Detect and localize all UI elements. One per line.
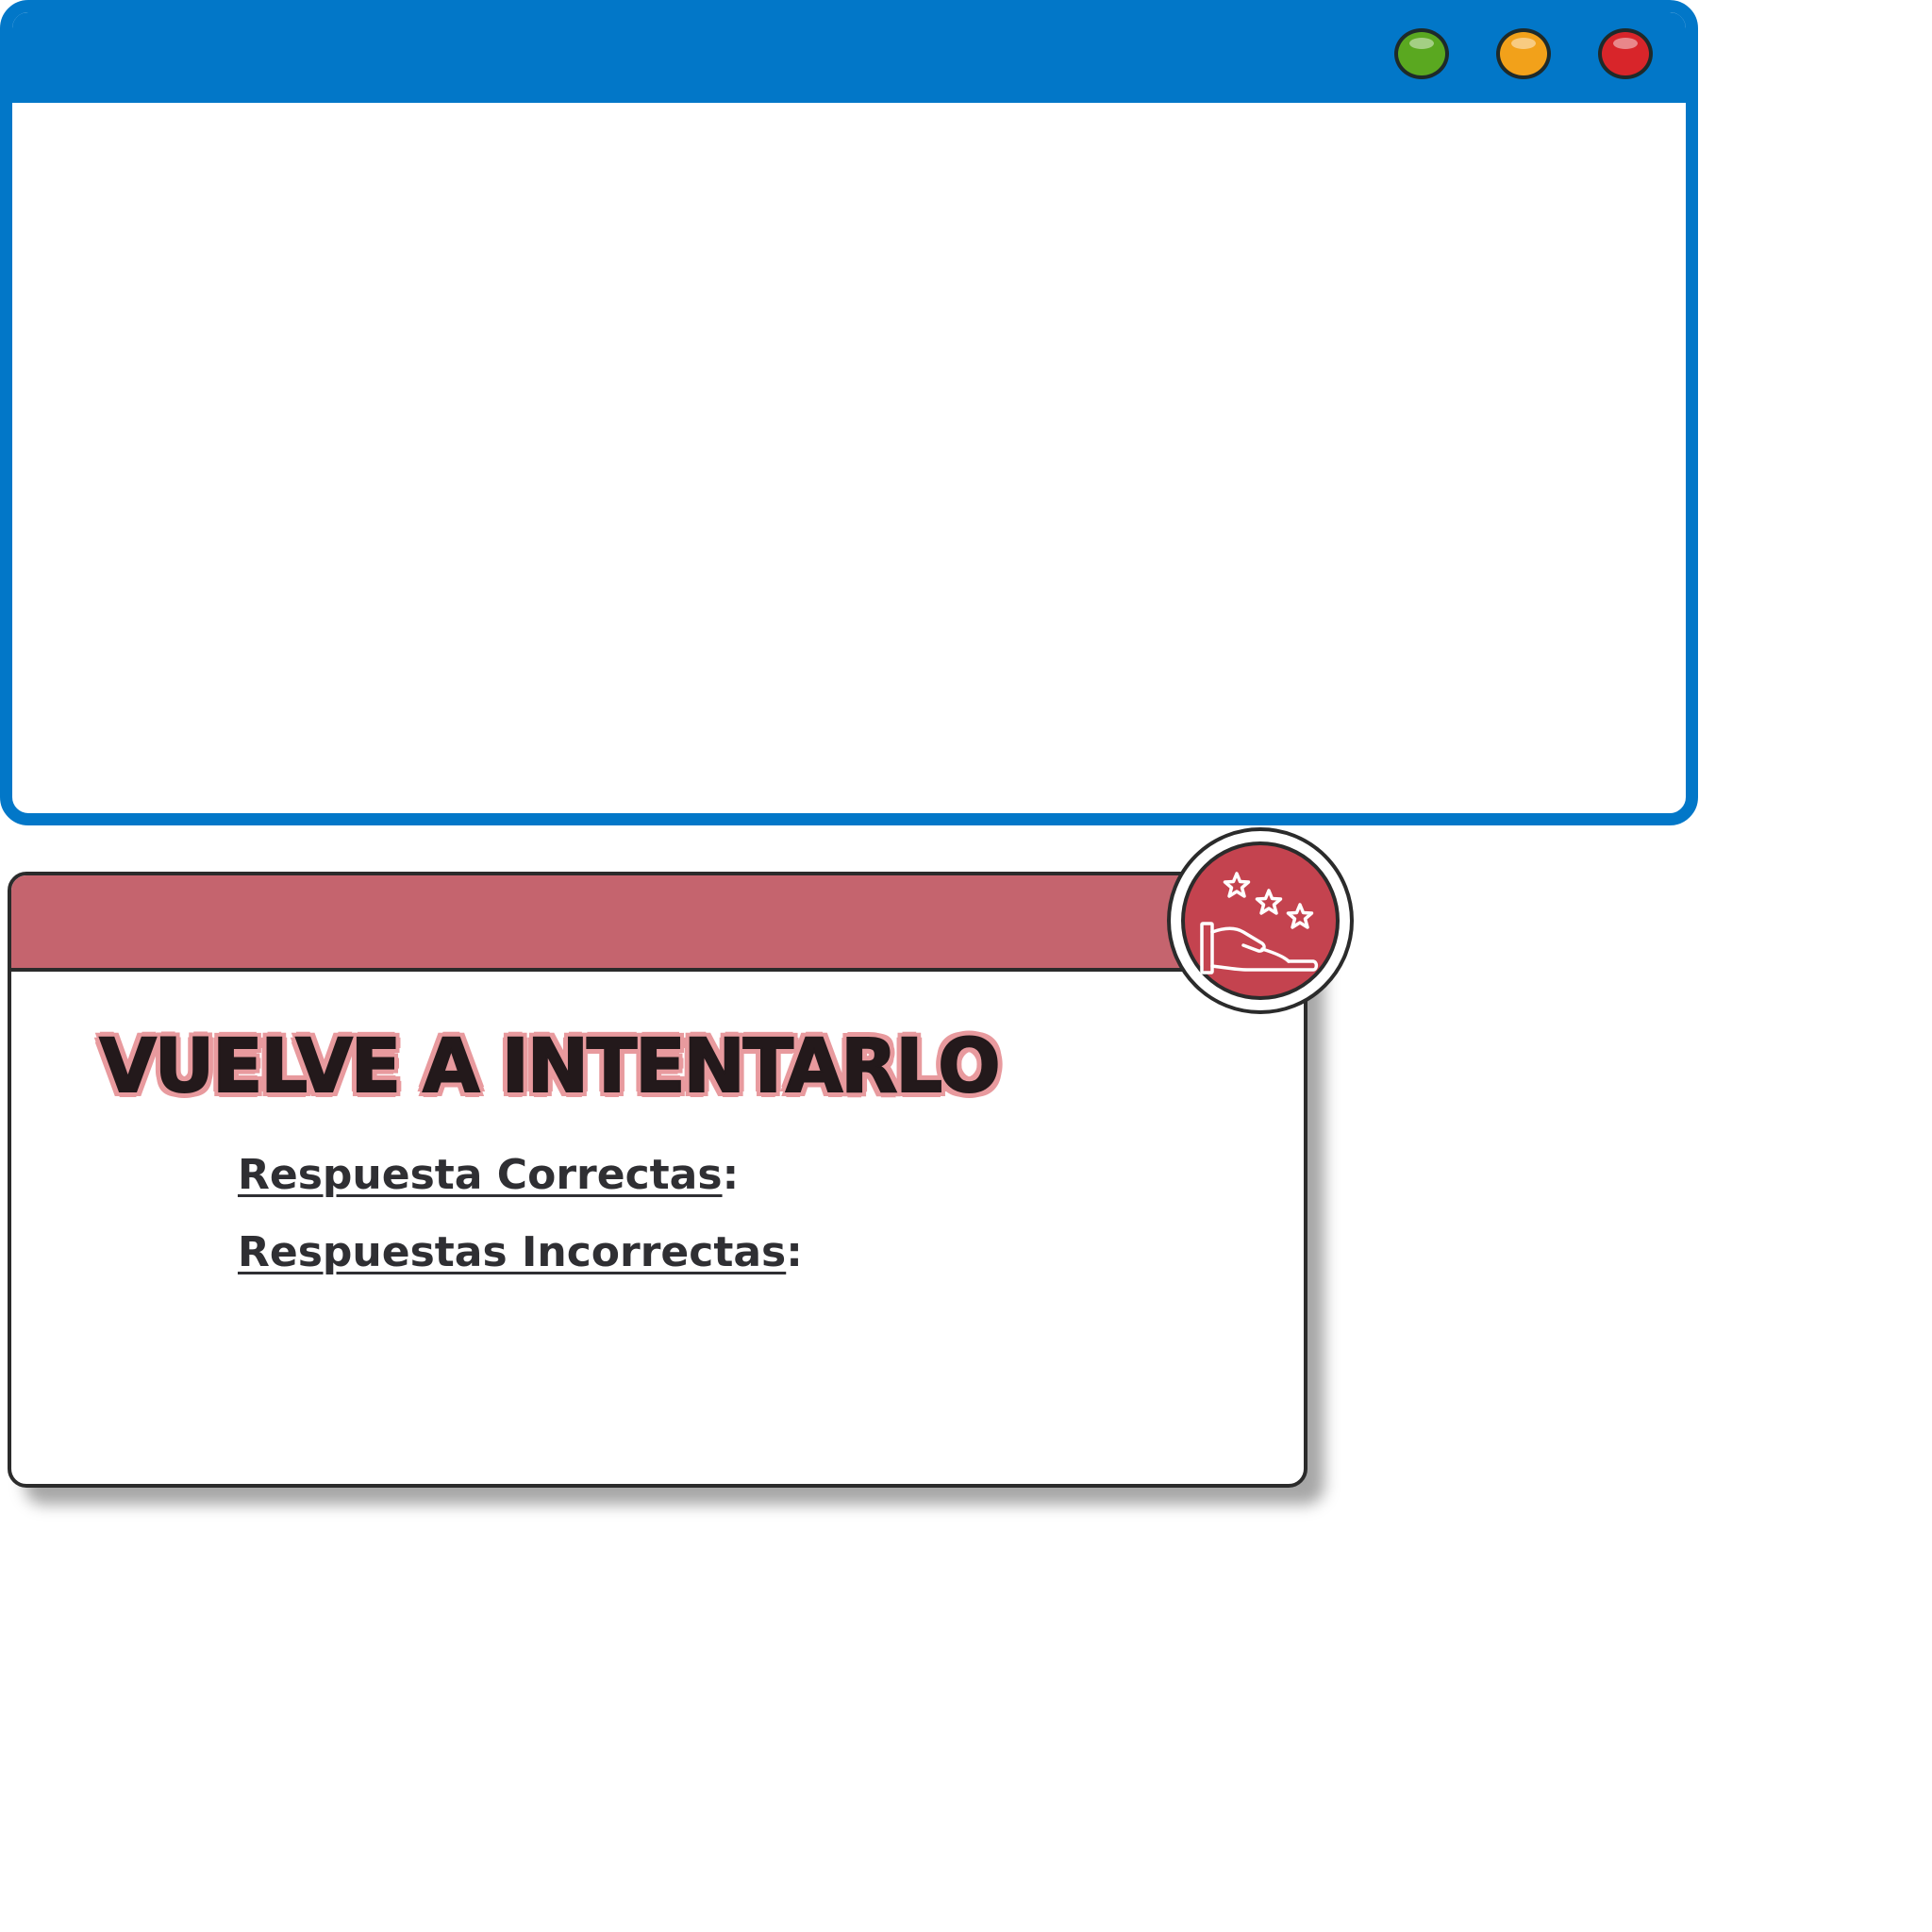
- result-badge: [1167, 827, 1354, 1014]
- star-icon: [1223, 872, 1251, 898]
- star-icon: [1255, 889, 1283, 915]
- star-icon: [1286, 903, 1314, 929]
- incorrect-answers-label: Respuestas Incorrectas: [238, 1228, 787, 1276]
- result-card-header: [11, 875, 1304, 972]
- stage: VUELVE A INTENTARLO Respuesta Correctas:…: [0, 0, 1932, 1932]
- browser-window: [0, 0, 1698, 825]
- correct-answers-label: Respuesta Correctas: [238, 1151, 723, 1199]
- correct-answers-line: Respuesta Correctas:: [238, 1151, 739, 1199]
- result-title: VUELVE A INTENTARLO: [98, 1024, 1001, 1110]
- orange-window-button[interactable]: [1496, 28, 1551, 79]
- incorrect-answers-line: Respuestas Incorrectas:: [238, 1228, 803, 1276]
- red-window-button[interactable]: [1598, 28, 1653, 79]
- window-titlebar: [12, 12, 1686, 103]
- result-card: VUELVE A INTENTARLO Respuesta Correctas:…: [8, 872, 1307, 1488]
- correct-answers-colon: :: [722, 1151, 740, 1199]
- incorrect-answers-colon: :: [786, 1228, 803, 1276]
- badge-circle: [1181, 841, 1340, 1000]
- hand-with-stars-icon: [1200, 872, 1319, 974]
- green-window-button[interactable]: [1394, 28, 1449, 79]
